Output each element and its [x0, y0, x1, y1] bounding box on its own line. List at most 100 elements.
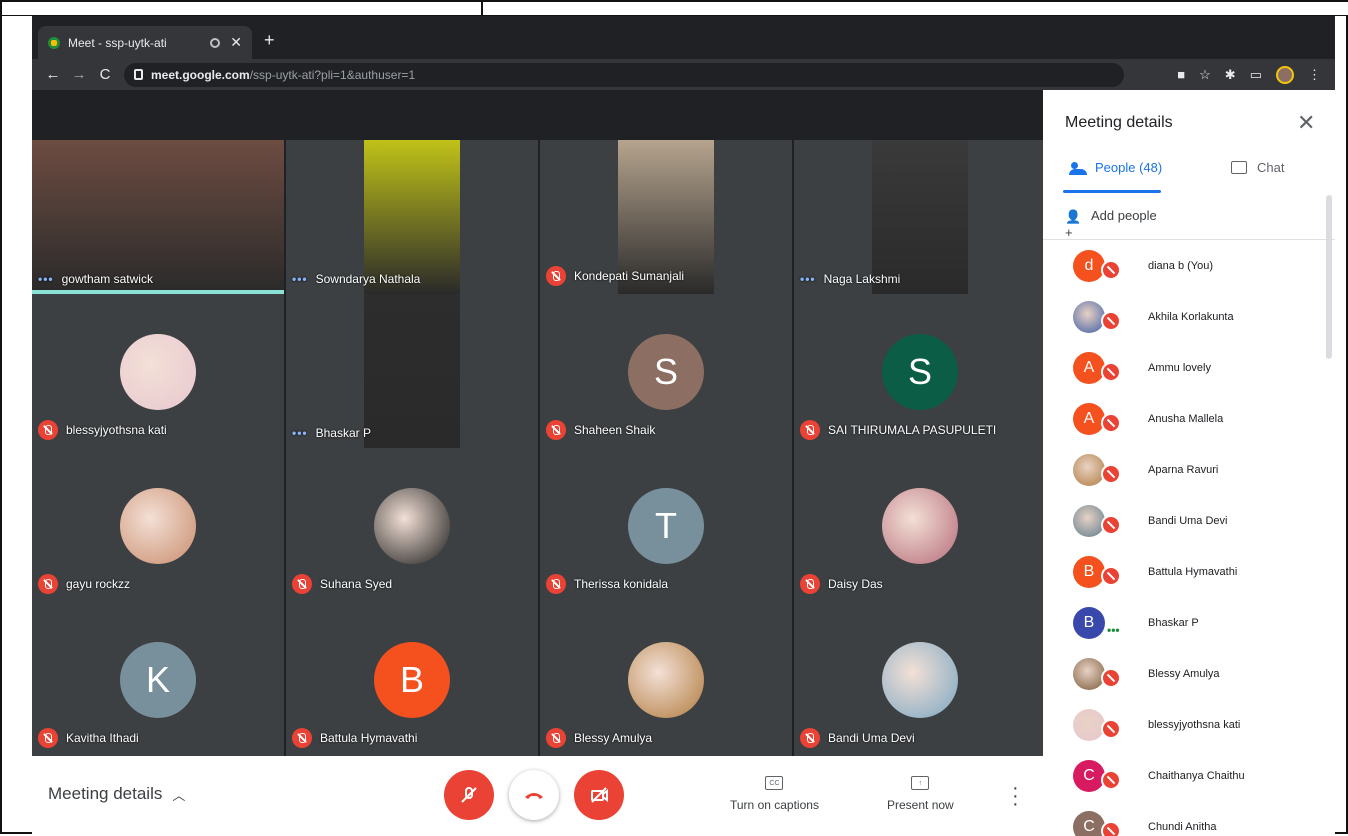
mic-off-icon [546, 266, 566, 286]
more-dots-icon: ••• [800, 272, 816, 286]
list-item[interactable]: Akhila Korlakunta [1043, 291, 1335, 342]
chevron-up-icon: ︿ [172, 785, 185, 804]
meeting-details-panel: Meeting details ✕ People (48) Chat 👤+ A [1043, 90, 1335, 836]
participant-tile[interactable]: SSAI THIRUMALA PASUPULETI [794, 294, 1046, 448]
people-tab-label: People (48) [1095, 160, 1162, 175]
participant-name: Aparna Ravuri [1148, 464, 1218, 476]
list-item[interactable]: ddiana b (You) [1043, 240, 1335, 291]
participant-tile[interactable]: gayu rockzz [32, 448, 284, 602]
list-item[interactable]: Aparna Ravuri [1043, 444, 1335, 495]
forward-icon[interactable]: → [66, 66, 92, 83]
participant-tile[interactable]: Kondepati Sumanjali [540, 140, 792, 294]
speaking-dots-icon: ••• [1107, 623, 1120, 637]
add-people-button[interactable]: 👤+ Add people [1065, 208, 1157, 223]
list-item[interactable]: AAmmu lovely [1043, 342, 1335, 393]
close-panel-icon[interactable]: ✕ [1297, 110, 1315, 136]
participant-name-tag: Battula Hymavathi [292, 728, 417, 748]
participant-tile[interactable]: Bandi Uma Devi [794, 602, 1046, 756]
extensions-icon[interactable]: ✱ [1225, 67, 1236, 83]
lock-icon [134, 69, 143, 80]
participant-tile[interactable]: •••Sowndarya Nathala [286, 140, 538, 294]
browser-menu-icon[interactable]: ⋮ [1308, 67, 1321, 83]
participant-name-tag: •••Bhaskar P [292, 426, 371, 440]
list-item[interactable]: B•••Bhaskar P [1043, 597, 1335, 648]
tab-people[interactable]: People (48) [1069, 160, 1162, 175]
participant-tile[interactable]: Blessy Amulya [540, 602, 792, 756]
participant-name: SAI THIRUMALA PASUPULETI [828, 423, 996, 437]
participant-name: Anusha Mallela [1148, 413, 1223, 425]
mic-off-icon [1101, 413, 1121, 433]
participant-name: Akhila Korlakunta [1148, 311, 1234, 323]
url-path: /ssp-uytk-ati?pli=1&authuser=1 [250, 68, 415, 82]
panel-scrollbar[interactable] [1326, 195, 1332, 359]
mic-off-icon [1101, 515, 1121, 535]
participant-name: Blessy Amulya [1148, 668, 1220, 680]
participant-name: Battula Hymavathi [1148, 566, 1237, 578]
participant-avatar [882, 642, 958, 718]
participant-tile[interactable]: SShaheen Shaik [540, 294, 792, 448]
address-bar[interactable]: meet.google.com /ssp-uytk-ati?pli=1&auth… [124, 63, 1124, 87]
participant-name: Bandi Uma Devi [828, 731, 915, 745]
mic-off-icon [1101, 770, 1121, 790]
participant-name-tag: Kavitha Ithadi [38, 728, 139, 748]
participant-tile[interactable]: •••Naga Lakshmi [794, 140, 1046, 294]
mic-toggle-button[interactable] [444, 770, 494, 820]
new-tab-icon[interactable]: + [264, 30, 275, 51]
cast-icon[interactable]: ▭ [1250, 67, 1262, 83]
participant-tile[interactable]: Daisy Das [794, 448, 1046, 602]
more-options-icon[interactable]: ··· [1012, 784, 1019, 808]
list-item[interactable]: blessyjyothsna kati [1043, 699, 1335, 750]
list-item[interactable]: CChundi Anitha [1043, 801, 1335, 836]
mic-off-icon [459, 785, 479, 805]
tab-strip: Meet - ssp-uytk-ati ✕ + [32, 16, 1335, 59]
participant-avatar: S [628, 334, 704, 410]
browser-tab[interactable]: Meet - ssp-uytk-ati ✕ [38, 26, 252, 59]
mic-off-icon [546, 728, 566, 748]
camera-toggle-button[interactable] [574, 770, 624, 820]
tab-chat[interactable]: Chat [1231, 160, 1284, 175]
leave-call-button[interactable] [509, 770, 559, 820]
address-row: ← → C meet.google.com /ssp-uytk-ati?pli=… [32, 59, 1335, 90]
video-feed [872, 140, 968, 294]
captions-label: Turn on captions [730, 798, 819, 812]
mic-off-icon [292, 728, 312, 748]
avatar [1073, 505, 1105, 537]
participant-name: Chaithanya Chaithu [1148, 770, 1245, 782]
mic-off-icon [1101, 566, 1121, 586]
list-item[interactable]: Bandi Uma Devi [1043, 495, 1335, 546]
profile-avatar[interactable] [1276, 66, 1294, 84]
mic-off-icon [800, 728, 820, 748]
meet-content: •••gowtham satwick•••Sowndarya Nathala Ko… [32, 90, 1335, 836]
participant-tile[interactable]: KKavitha Ithadi [32, 602, 284, 756]
participant-name-tag: blessyjyothsna kati [38, 420, 167, 440]
browser-window: Meet - ssp-uytk-ati ✕ + ← → C meet.googl… [32, 16, 1335, 836]
tab-title: Meet - ssp-uytk-ati [68, 36, 210, 50]
add-people-label: Add people [1091, 208, 1157, 223]
participant-tile[interactable]: •••gowtham satwick [32, 140, 284, 294]
present-now-button[interactable]: ↑ Present now [887, 776, 954, 812]
list-item[interactable]: Blessy Amulya [1043, 648, 1335, 699]
participant-list[interactable]: ddiana b (You) Akhila Korlakunta AAmmu lov… [1043, 240, 1335, 836]
participant-name: Blessy Amulya [574, 731, 652, 745]
bookmark-star-icon[interactable]: ☆ [1199, 67, 1211, 83]
participant-name: Kondepati Sumanjali [574, 269, 684, 283]
participant-tile[interactable]: BBattula Hymavathi [286, 602, 538, 756]
participant-tile[interactable]: •••Bhaskar P [286, 294, 538, 448]
participant-tile[interactable]: blessyjyothsna kati [32, 294, 284, 448]
reload-icon[interactable]: C [92, 66, 118, 83]
camera-indicator-icon[interactable]: ■ [1177, 67, 1185, 82]
meeting-details-button[interactable]: Meeting details ︿ [48, 784, 185, 804]
close-tab-icon[interactable]: ✕ [230, 34, 242, 51]
participant-tile[interactable]: Suhana Syed [286, 448, 538, 602]
list-item[interactable]: CChaithanya Chaithu [1043, 750, 1335, 801]
participant-avatar [120, 334, 196, 410]
participant-name: Bandi Uma Devi [1148, 515, 1227, 527]
participant-tile[interactable]: TTherissa konidala [540, 448, 792, 602]
list-item[interactable]: AAnusha Mallela [1043, 393, 1335, 444]
mic-off-icon [1101, 719, 1121, 739]
more-dots-icon: ••• [292, 272, 308, 286]
list-item[interactable]: BBattula Hymavathi [1043, 546, 1335, 597]
participant-name: Ammu lovely [1148, 362, 1211, 374]
back-icon[interactable]: ← [40, 66, 66, 83]
captions-button[interactable]: CC Turn on captions [730, 776, 819, 812]
